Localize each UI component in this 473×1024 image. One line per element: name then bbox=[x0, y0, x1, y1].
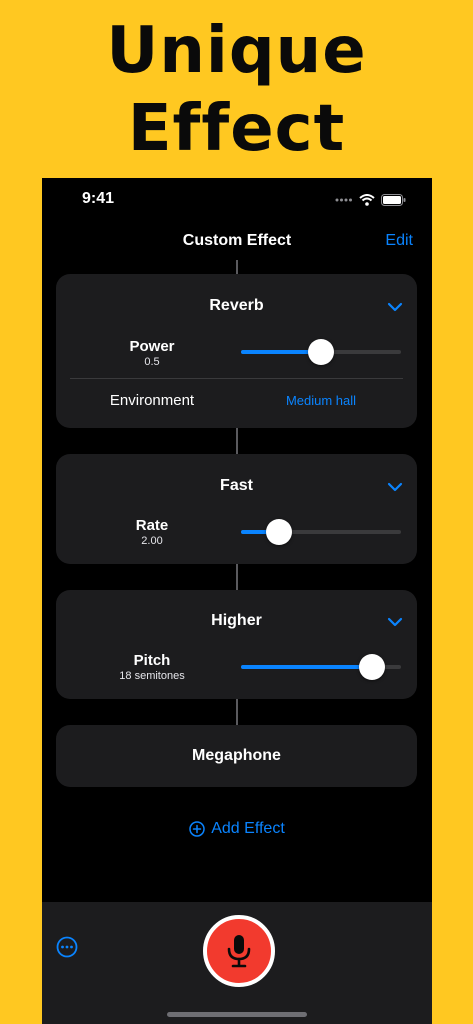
chain-connector bbox=[236, 564, 238, 590]
param-label: Rate bbox=[135, 517, 169, 534]
effect-title: Megaphone bbox=[192, 747, 281, 764]
bottom-toolbar bbox=[42, 902, 432, 1024]
power-slider[interactable] bbox=[241, 338, 401, 366]
divider bbox=[70, 378, 403, 379]
effect-title: Fast bbox=[220, 477, 253, 494]
effect-card-higher: Higher Pitch 18 semitones bbox=[56, 590, 417, 699]
chain-connector bbox=[236, 260, 238, 274]
record-button[interactable] bbox=[203, 915, 275, 987]
home-indicator bbox=[167, 1012, 307, 1017]
param-value: 2.00 bbox=[141, 535, 163, 547]
wifi-icon bbox=[359, 194, 375, 206]
chain-connector bbox=[236, 428, 238, 454]
slider-thumb[interactable] bbox=[359, 654, 386, 680]
add-effect-button[interactable]: Add Effect bbox=[42, 820, 432, 838]
edit-button[interactable]: Edit bbox=[385, 232, 413, 250]
slider-thumb[interactable] bbox=[308, 339, 334, 365]
more-icon[interactable] bbox=[56, 936, 78, 958]
chevron-down-icon[interactable] bbox=[387, 301, 403, 313]
param-value: 18 semitones bbox=[119, 670, 185, 682]
battery-icon bbox=[381, 194, 406, 206]
effect-card-fast: Fast Rate 2.00 bbox=[56, 454, 417, 564]
effect-card-reverb: Reverb Power 0.5 Environment Medium hall bbox=[56, 274, 417, 428]
phone-screen: 9:41 Custom Effect Edit Reverb Power 0.5 bbox=[42, 178, 432, 1024]
rate-slider[interactable] bbox=[241, 518, 401, 546]
param-value: 0.5 bbox=[144, 356, 160, 368]
effect-title: Higher bbox=[211, 612, 262, 629]
microphone-icon bbox=[227, 935, 251, 968]
environment-label: Environment bbox=[109, 392, 195, 409]
environment-select[interactable]: Medium hall bbox=[241, 393, 401, 408]
banner-title-line2: Effect bbox=[127, 92, 346, 166]
chevron-down-icon[interactable] bbox=[387, 616, 403, 628]
signal-icon bbox=[335, 198, 352, 202]
add-effect-label: Add Effect bbox=[211, 820, 285, 837]
status-icons bbox=[335, 194, 406, 206]
chevron-down-icon[interactable] bbox=[387, 481, 403, 493]
param-label: Pitch bbox=[133, 652, 171, 669]
banner-title-line1: Unique bbox=[106, 14, 367, 88]
param-label: Power bbox=[129, 338, 175, 355]
chain-connector bbox=[236, 699, 238, 725]
page-title: Custom Effect bbox=[182, 232, 292, 249]
slider-fill bbox=[241, 665, 373, 669]
pitch-slider[interactable] bbox=[241, 653, 401, 681]
plus-circle-icon bbox=[189, 821, 205, 837]
status-time: 9:41 bbox=[82, 190, 115, 207]
effect-title: Reverb bbox=[209, 297, 264, 314]
slider-thumb[interactable] bbox=[266, 519, 293, 545]
effect-card-megaphone[interactable]: Megaphone bbox=[56, 725, 417, 787]
